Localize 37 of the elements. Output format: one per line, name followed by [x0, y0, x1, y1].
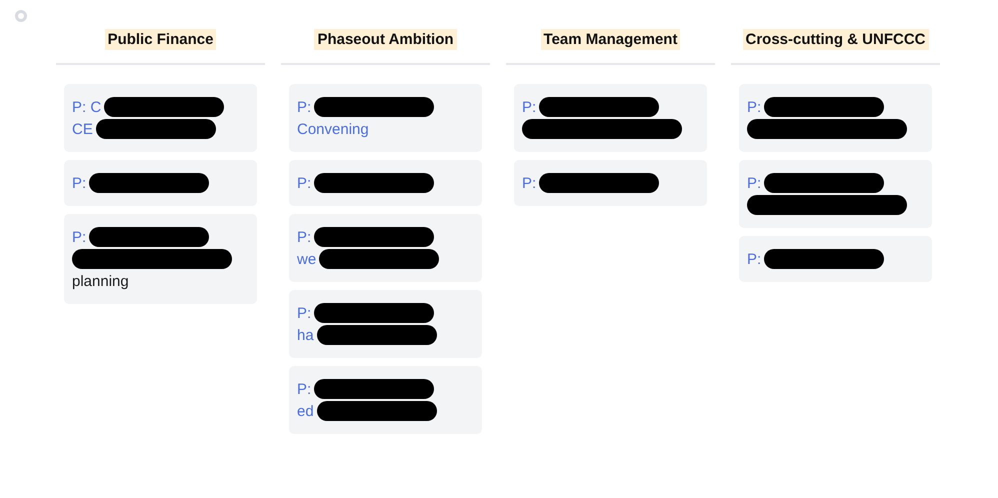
- card-link[interactable]: P:: [747, 174, 762, 192]
- card-link[interactable]: P:: [297, 98, 312, 116]
- card-link[interactable]: P:: [747, 98, 762, 116]
- card-link[interactable]: ed: [297, 402, 314, 420]
- card[interactable]: P: Convening: [289, 84, 482, 152]
- column-title: Team Management: [540, 29, 680, 50]
- card-link[interactable]: P:: [297, 304, 312, 322]
- card-link[interactable]: P:: [72, 174, 86, 192]
- card-link[interactable]: ha: [297, 326, 314, 344]
- card-link[interactable]: P: C: [72, 98, 102, 116]
- card-link[interactable]: we: [297, 250, 316, 268]
- card-link[interactable]: P:: [297, 228, 312, 246]
- card-link[interactable]: P:: [297, 380, 312, 398]
- card[interactable]: P: planning: [64, 214, 257, 304]
- card[interactable]: P:: [739, 236, 932, 282]
- card-text: planning: [72, 272, 129, 290]
- card[interactable]: P: we: [289, 214, 482, 282]
- column-title: Public Finance: [104, 29, 216, 50]
- card[interactable]: P:: [64, 160, 257, 206]
- column-title: Phaseout Ambition: [314, 29, 457, 50]
- column-title: Cross-cutting & UNFCCC: [742, 29, 928, 50]
- card[interactable]: P:: [739, 84, 932, 152]
- card[interactable]: P:: [739, 160, 932, 228]
- card[interactable]: P:: [289, 160, 482, 206]
- circle-icon: [15, 10, 27, 22]
- card[interactable]: P: C CE: [64, 84, 257, 152]
- card-link[interactable]: Convening: [297, 120, 369, 138]
- card[interactable]: P: ha: [289, 290, 482, 358]
- card-link[interactable]: CE: [72, 120, 93, 138]
- card-link[interactable]: P:: [297, 174, 312, 192]
- card-link[interactable]: P:: [72, 228, 86, 246]
- card[interactable]: P:: [514, 160, 707, 206]
- card-link[interactable]: P:: [522, 98, 536, 116]
- card-link[interactable]: P:: [522, 174, 536, 192]
- card[interactable]: P: ed: [289, 366, 482, 434]
- card[interactable]: P:: [514, 84, 707, 152]
- card-link[interactable]: P:: [747, 250, 762, 268]
